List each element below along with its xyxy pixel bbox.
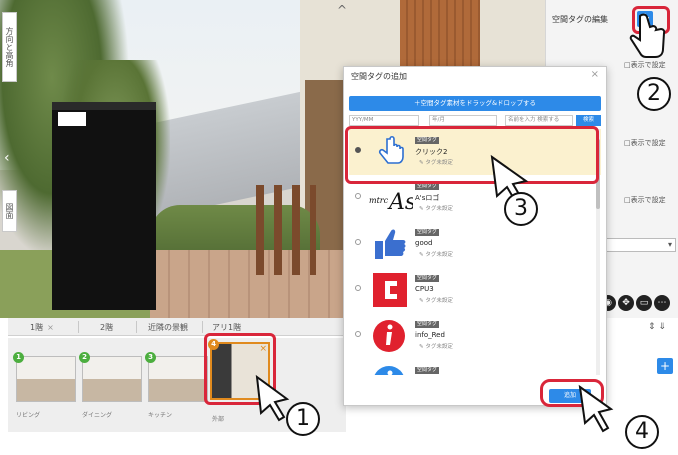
comment-icon[interactable]: ▭ [636,295,652,311]
scene-number-badge: 3 [145,352,156,363]
tab-floor-1[interactable]: 1階 × [30,320,54,335]
tab-divider [202,321,203,333]
tab-label: 近隣の景観 [148,323,188,332]
list-item[interactable]: 空間タグ good ✎ タグ未設定 [349,221,601,267]
tab-label: 2階 [100,323,114,332]
import-tag-button[interactable]: ＋空間タグ素材をドラッグ&ドロップする [349,96,601,111]
scene-tabs: 1階 × 2階 近隣の景観 アリ1階 [8,318,346,336]
dialog-title: 空間タグの追加 [351,72,407,81]
keyword-input[interactable]: 名前を入力 検索する [505,115,573,126]
option-row[interactable]: □表示で設定 [624,138,666,148]
scene-thumbnail[interactable]: 1 [13,352,76,402]
tab-divider [78,321,79,333]
chevron-up-icon[interactable]: ^ [337,3,347,17]
tag-setting: ✎ タグ未設定 [419,344,453,350]
move-icon[interactable]: ✥ [618,295,634,311]
callout-4: 4 [625,415,659,449]
wood-panel [400,0,480,70]
scene-thumbnail[interactable]: 3 [145,352,208,402]
gate-post [52,110,156,310]
add-tag-dialog: 空間タグの追加 × ＋空間タグ素材をドラッグ&ドロップする YYY/MM 年/月… [343,66,607,406]
tag-name: CPU3 [415,285,434,293]
option-label: □表示で設定 [624,61,666,69]
highlight-ok-button [540,379,604,407]
svg-text:mtrc: mtrc [369,196,389,205]
scene-label: 外部 [212,416,225,423]
tag-name: A'sロゴ [415,194,440,202]
scene-thumbnail[interactable]: 2 [79,352,142,402]
thumbs-up-icon [375,229,406,259]
callout-3: 3 [504,192,538,226]
scene-label: キッチン [148,412,173,419]
radio-button[interactable] [355,285,361,291]
list-item[interactable]: 空間タグ CPU3 ✎ タグ未設定 [349,267,601,313]
scene-number-badge: 2 [79,352,90,363]
direction-angle-label: 方向と高角 [5,27,14,67]
tab-close-icon[interactable]: × [47,323,54,332]
floorplan-label: 図面 [5,203,14,219]
tab-divider [136,321,137,333]
search-button[interactable]: 検索 [576,115,601,126]
tag-type-badge: 空間タグ [415,229,440,236]
tag-type-badge: 空間タグ [415,183,440,190]
wood-posts [256,185,316,275]
scene-number-badge: 1 [13,352,24,363]
as-logo-icon: mtrc As [369,190,413,215]
highlight-exterior-scene [204,333,276,405]
option-row[interactable]: □表示で設定 [624,60,666,70]
info-red-icon [373,320,405,352]
tab-floor-2[interactable]: 2階 [100,320,113,335]
option-row[interactable]: □表示で設定 [624,195,666,205]
info-blue-icon [374,366,404,375]
tab-label: アリ1階 [212,323,242,332]
paving [150,250,350,318]
direction-angle-tool[interactable]: 方向と高角 [2,12,17,82]
option-label: □表示で設定 [624,139,666,147]
radio-button[interactable] [355,331,361,337]
cpu-logo-icon [373,273,407,307]
date-from-input[interactable]: YYY/MM [349,115,419,126]
highlight-add-button [632,6,670,34]
split-icon[interactable]: ⇕ ⇓ [648,322,666,332]
view-tools: ◉ ✥ ▭ ⋯ [600,290,672,311]
scene-label: リビング [16,412,41,419]
close-icon[interactable]: × [591,69,599,80]
scene-label: ダイニング [82,412,113,419]
tag-type-badge: 空間タグ [415,275,440,282]
floorplan-tool[interactable]: 図面 [2,190,17,232]
tag-name: good [415,239,433,247]
panel-select[interactable]: ▾ [606,238,676,252]
tag-type-badge: 空間タグ [415,321,440,328]
more-icon[interactable]: ⋯ [654,295,670,311]
option-label: □表示で設定 [624,196,666,204]
radio-button[interactable] [355,193,361,199]
list-item[interactable]: 空間タグ info_Red ✎ タグ未設定 [349,313,601,359]
tag-setting: ✎ タグ未設定 [419,298,453,304]
nameplate [58,112,86,126]
add-scene-button[interactable]: + [657,358,673,374]
callout-2: 2 [637,77,671,111]
tag-type-badge: 空間タグ [415,367,440,374]
list-item[interactable]: 空間タグ [349,359,601,375]
screenshot-stage: 方向と高角 ‹ 図面 ^ 空間タグの編集 + □表示で設定 □表示で設定 □表示… [0,0,678,455]
tab-neighborhood[interactable]: 近隣の景観 [148,320,188,335]
svg-text:As: As [387,190,413,215]
tag-setting: ✎ タグ未設定 [419,252,453,258]
highlight-selected-tag [345,126,599,184]
tag-name: info_Red [415,331,445,339]
tab-label: 1階 [30,323,44,332]
tag-setting: ✎ タグ未設定 [419,206,453,212]
radio-button[interactable] [355,239,361,245]
callout-1: 1 [286,402,320,436]
collapse-left-icon[interactable]: ‹ [4,150,10,166]
date-to-input[interactable]: 年/月 [429,115,497,126]
